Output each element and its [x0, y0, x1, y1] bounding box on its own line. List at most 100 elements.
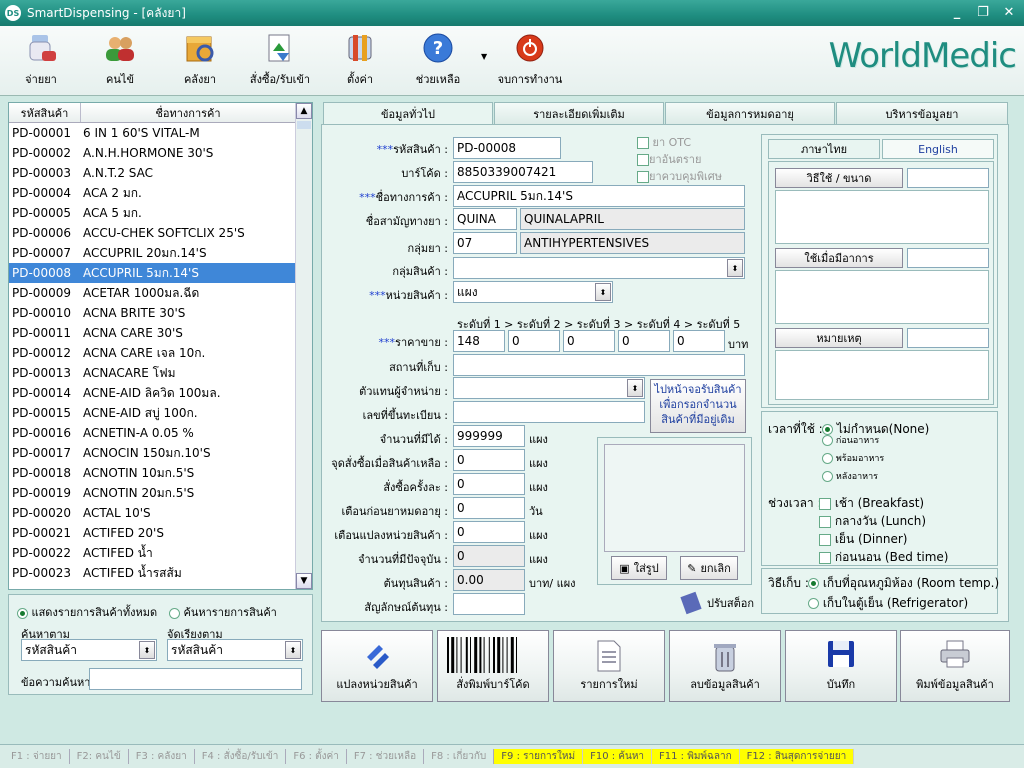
list-item[interactable]: PD-00010 ACNA BRITE 30'S	[9, 303, 296, 323]
dangerous-drug-checkbox[interactable]: ยาอันตราย	[637, 150, 701, 168]
function-key-item[interactable]: F4 : สั่งซื้อ/รับเข้า	[195, 749, 287, 764]
save-button[interactable]: บันทึก	[785, 630, 897, 702]
location-field[interactable]	[453, 354, 745, 376]
note-button[interactable]: หมายเหตุ	[775, 328, 903, 348]
list-item[interactable]: PD-00021 ACTIFED 20'S	[9, 523, 296, 543]
note-code[interactable]	[907, 328, 989, 348]
price-level-2-field[interactable]: 0	[508, 330, 560, 352]
product-code-field[interactable]: PD-00008	[453, 137, 561, 159]
price-level-4-field[interactable]: 0	[618, 330, 670, 352]
lunch-checkbox[interactable]: กลางวัน (Lunch)	[819, 512, 926, 531]
product-group-select[interactable]: ⬍	[453, 257, 745, 279]
barcode-field[interactable]: 8850339007421	[453, 161, 593, 183]
list-item[interactable]: PD-00009 ACETAR 1000มล.ฉีด	[9, 283, 296, 303]
chevron-down-icon[interactable]: ⬍	[139, 641, 155, 659]
list-item[interactable]: PD-00005 ACA 5 มก.	[9, 203, 296, 223]
product-list[interactable]: รหัสสินค้า ชื่อทางการค้า PD-00001 6 IN 1 …	[8, 102, 313, 590]
list-item[interactable]: PD-00017 ACNOCIN 150มก.10'S	[9, 443, 296, 463]
tab-expiry-info[interactable]: ข้อมูลการหมดอายุ	[665, 102, 835, 124]
close-button[interactable]: ✕	[998, 3, 1020, 22]
list-item[interactable]: PD-00023 ACTIFED น้ำรสส้ม	[9, 563, 296, 583]
tab-general-info[interactable]: ข้อมูลทั่วไป	[323, 102, 493, 124]
cancel-image-button[interactable]: ✎ ยกเลิก	[680, 556, 738, 580]
delete-product-button[interactable]: ลบข้อมูลสินค้า	[669, 630, 781, 702]
list-item[interactable]: PD-00001 6 IN 1 60'S VITAL-M	[9, 123, 296, 143]
sort-by-select[interactable]: รหัสสินค้า ⬍	[167, 639, 303, 661]
reorder-point-field[interactable]: 0	[453, 449, 525, 471]
list-item[interactable]: PD-00018 ACNOTIN 10มก.5'S	[9, 463, 296, 483]
list-item[interactable]: PD-00015 ACNE-AID สบู่ 100ก.	[9, 403, 296, 423]
quantity-field[interactable]: 999999	[453, 425, 525, 447]
toolbar-help-button[interactable]: ? ช่วยเหลือ	[398, 30, 478, 88]
function-key-item[interactable]: F9 : รายการใหม่	[494, 749, 584, 764]
order-per-time-field[interactable]: 0	[453, 473, 525, 495]
convert-unit-button[interactable]: แปลงหน่วยสินค้า	[321, 630, 433, 702]
when-symptom-code[interactable]	[907, 248, 989, 268]
price-level-1-field[interactable]: 148	[453, 330, 505, 352]
print-barcode-button[interactable]: สั่งพิมพ์บาร์โค้ด	[437, 630, 549, 702]
controlled-drug-checkbox[interactable]: ยาควบคุมพิเศษ	[637, 167, 722, 185]
otc-checkbox[interactable]: ยา OTC	[637, 133, 691, 151]
list-item[interactable]: PD-00013 ACNACARE โฟม	[9, 363, 296, 383]
search-text-input[interactable]	[89, 668, 302, 690]
tab-more-details[interactable]: รายละเอียดเพิ่มเติม	[494, 102, 664, 124]
function-key-item[interactable]: F11 : พิมพ์ฉลาก	[652, 749, 740, 764]
breakfast-checkbox[interactable]: เช้า (Breakfast)	[819, 494, 924, 513]
restore-button[interactable]: ❐	[972, 3, 994, 22]
toolbar-settings-button[interactable]: ตั้งค่า	[320, 30, 400, 88]
function-key-item[interactable]: F3 : คลังยา	[129, 749, 195, 764]
minimize-button[interactable]: _	[946, 3, 968, 22]
toolbar-stock-button[interactable]: คลังยา	[160, 30, 240, 88]
list-item[interactable]: PD-00007 ACCUPRIL 20มก.14'S	[9, 243, 296, 263]
function-key-item[interactable]: F6 : ตั้งค่า	[286, 749, 347, 764]
unit-select[interactable]: แผง ⬍	[453, 281, 613, 303]
usage-dosage-code[interactable]	[907, 168, 989, 188]
show-all-radio[interactable]: แสดงรายการสินค้าทั้งหมด	[17, 603, 157, 621]
list-item[interactable]: PD-00020 ACTAL 10'S	[9, 503, 296, 523]
search-by-select[interactable]: รหัสสินค้า ⬍	[21, 639, 157, 661]
before-meal-radio[interactable]: ก่อนอาหาร	[822, 435, 879, 446]
toolbar-patient-button[interactable]: คนไข้	[80, 30, 160, 88]
chevron-down-icon[interactable]: ⬍	[727, 259, 743, 277]
generic-code-field[interactable]: QUINA	[453, 208, 517, 230]
cost-symbol-field[interactable]	[453, 593, 525, 615]
function-key-item[interactable]: F7 : ช่วยเหลือ	[347, 749, 425, 764]
function-key-item[interactable]: F8 : เกี่ยวกับ	[424, 749, 495, 764]
list-item[interactable]: PD-00014 ACNE-AID ลิควิด 100มล.	[9, 383, 296, 403]
chevron-down-icon[interactable]: ⬍	[627, 379, 643, 397]
column-header-name[interactable]: ชื่อทางการค้า	[81, 103, 296, 122]
scroll-down-arrow-icon[interactable]: ▼	[296, 573, 312, 589]
column-header-code[interactable]: รหัสสินค้า	[9, 103, 81, 122]
after-meal-radio[interactable]: หลังอาหาร	[822, 471, 878, 482]
list-item[interactable]: PD-00019 ACNOTIN 20มก.5'S	[9, 483, 296, 503]
list-item[interactable]: PD-00006 ACCU-CHEK SOFTCLIX 25'S	[9, 223, 296, 243]
insert-image-button[interactable]: ▣ ใส่รูป	[611, 556, 667, 580]
list-scrollbar[interactable]: ▲ ▼	[295, 103, 312, 589]
list-item[interactable]: PD-00002 A.N.H.HORMONE 30'S	[9, 143, 296, 163]
list-item[interactable]: PD-00011 ACNA CARE 30'S	[9, 323, 296, 343]
tab-thai[interactable]: ภาษาไทย	[768, 139, 880, 159]
search-items-radio[interactable]: ค้นหารายการสินค้า	[169, 603, 277, 621]
goto-receive-button[interactable]: ไปหน้าจอรับสินค้า เพื่อกรอกจำนวน สินค้าท…	[650, 379, 746, 433]
list-item[interactable]: PD-00008 ACCUPRIL 5มก.14'S	[9, 263, 296, 283]
function-key-item[interactable]: F2: คนไข้	[70, 749, 129, 764]
print-product-info-button[interactable]: พิมพ์ข้อมูลสินค้า	[900, 630, 1010, 702]
function-key-item[interactable]: F1 : จ่ายยา	[4, 749, 70, 764]
help-dropdown-arrow-icon[interactable]: ▼	[481, 52, 487, 61]
drug-group-code-field[interactable]: 07	[453, 232, 517, 254]
toolbar-exit-button[interactable]: จบการทำงาน	[490, 30, 570, 88]
note-text[interactable]	[775, 350, 989, 400]
refrigerator-radio[interactable]: เก็บในตู้เย็น (Refrigerator)	[808, 594, 968, 613]
when-symptom-button[interactable]: ใช้เมื่อมีอาการ	[775, 248, 903, 268]
with-meal-radio[interactable]: พร้อมอาหาร	[822, 453, 884, 464]
adjust-stock-link[interactable]: ปรับสต็อก	[680, 591, 754, 615]
list-item[interactable]: PD-00004 ACA 2 มก.	[9, 183, 296, 203]
chevron-down-icon[interactable]: ⬍	[595, 283, 611, 301]
room-temp-radio[interactable]: เก็บที่อุณหภูมิห้อง (Room temp.)	[808, 574, 999, 593]
list-item[interactable]: PD-00016 ACNETIN-A 0.05 %	[9, 423, 296, 443]
tab-drug-management[interactable]: บริหารข้อมูลยา	[836, 102, 1008, 124]
unit-conversion-warning-field[interactable]: 0	[453, 521, 525, 543]
scroll-thumb[interactable]	[297, 121, 311, 129]
tab-english[interactable]: English	[882, 139, 994, 159]
supplier-select[interactable]: ⬍	[453, 377, 645, 399]
